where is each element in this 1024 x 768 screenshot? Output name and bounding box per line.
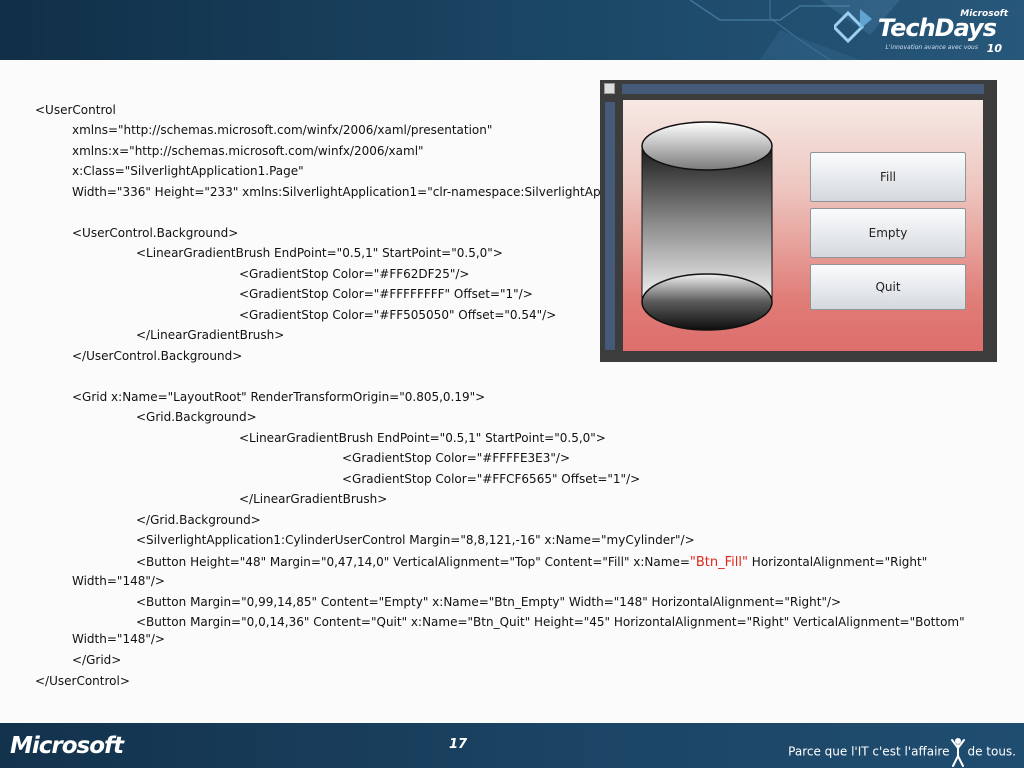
logo-tagline: L'innovation avance avec vous	[885, 44, 978, 51]
code-line: <GradientStop Color="#FFCF6565" Offset="…	[342, 472, 641, 486]
code-line: </Grid.Background>	[136, 513, 261, 527]
code-line: <Button Margin="0,0,14,36" Content="Quit…	[136, 615, 965, 629]
cylinder-control	[641, 121, 773, 331]
preview-side-bar	[605, 102, 615, 350]
code-line: Width="148"/>	[72, 632, 165, 646]
code-line: Width="336" Height="233" xmlns:Silverlig…	[72, 185, 675, 199]
code-line: <GradientStop Color="#FF62DF25"/>	[239, 267, 470, 281]
footer-bar: Microsoft 17 Parce que l'IT c'est l'affa…	[0, 723, 1024, 768]
code-line: <UserControl	[35, 103, 116, 117]
code-line: <Grid x:Name="LayoutRoot" RenderTransfor…	[72, 390, 486, 404]
header-bar: Microsoft TechDays L'innovation avance a…	[0, 0, 1024, 60]
code-line: </LinearGradientBrush>	[136, 328, 285, 342]
window-icon[interactable]	[604, 83, 615, 94]
code-segment: HorizontalAlignment="Right"	[747, 555, 928, 569]
highlighted-name: "Btn_Fill"	[689, 555, 748, 570]
code-segment: <Button Height="48" Margin="0,47,14,0" V…	[136, 555, 690, 569]
techdays-logo: Microsoft TechDays L'innovation avance a…	[834, 4, 1014, 56]
page-number: 17	[449, 737, 468, 752]
code-line: </UserControl.Background>	[72, 349, 243, 363]
code-line: <LinearGradientBrush EndPoint="0.5,1" St…	[136, 246, 503, 260]
code-line: <Button Margin="0,99,14,85" Content="Emp…	[136, 595, 842, 609]
code-line: <UserControl.Background>	[72, 226, 239, 240]
fill-button[interactable]: Fill	[810, 152, 966, 202]
microsoft-logo: Microsoft	[10, 733, 124, 759]
code-line: xmlns="http://schemas.microsoft.com/winf…	[72, 123, 493, 137]
code-line: <Grid.Background>	[136, 410, 257, 424]
code-line: </Grid>	[72, 653, 122, 667]
silverlight-app-canvas: Fill Empty Quit	[623, 100, 983, 351]
person-icon	[951, 738, 966, 767]
techdays-diamond-icon	[834, 9, 872, 44]
slogan-part: Parce que l'IT c'est l'affaire	[788, 744, 950, 759]
preview-top-bar	[622, 84, 984, 94]
quit-button[interactable]: Quit	[810, 264, 966, 310]
code-line: x:Class="SilverlightApplication1.Page"	[72, 164, 304, 178]
logo-year: 10	[986, 42, 1002, 55]
code-line: Width="148"/>	[72, 574, 165, 588]
code-line: </UserControl>	[35, 674, 130, 688]
silverlight-preview-window: Fill Empty Quit	[600, 80, 997, 362]
code-line: xmlns:x="http://schemas.microsoft.com/wi…	[72, 144, 424, 158]
code-line: <GradientStop Color="#FFFFE3E3"/>	[342, 451, 570, 465]
footer-slogan: Parce que l'IT c'est l'affaire de tous.	[788, 737, 1016, 767]
slogan-part: de tous.	[967, 744, 1016, 759]
code-line: <GradientStop Color="#FFFFFFFF" Offset="…	[239, 287, 533, 301]
code-line: <Button Height="48" Margin="0,47,14,0" V…	[136, 555, 927, 570]
code-line: <SilverlightApplication1:CylinderUserCon…	[136, 533, 695, 547]
code-line: <LinearGradientBrush EndPoint="0.5,1" St…	[239, 431, 606, 445]
logo-product: TechDays	[877, 14, 997, 42]
code-line: <GradientStop Color="#FF505050" Offset="…	[239, 308, 557, 322]
empty-button[interactable]: Empty	[810, 208, 966, 258]
code-line: </LinearGradientBrush>	[239, 492, 388, 506]
